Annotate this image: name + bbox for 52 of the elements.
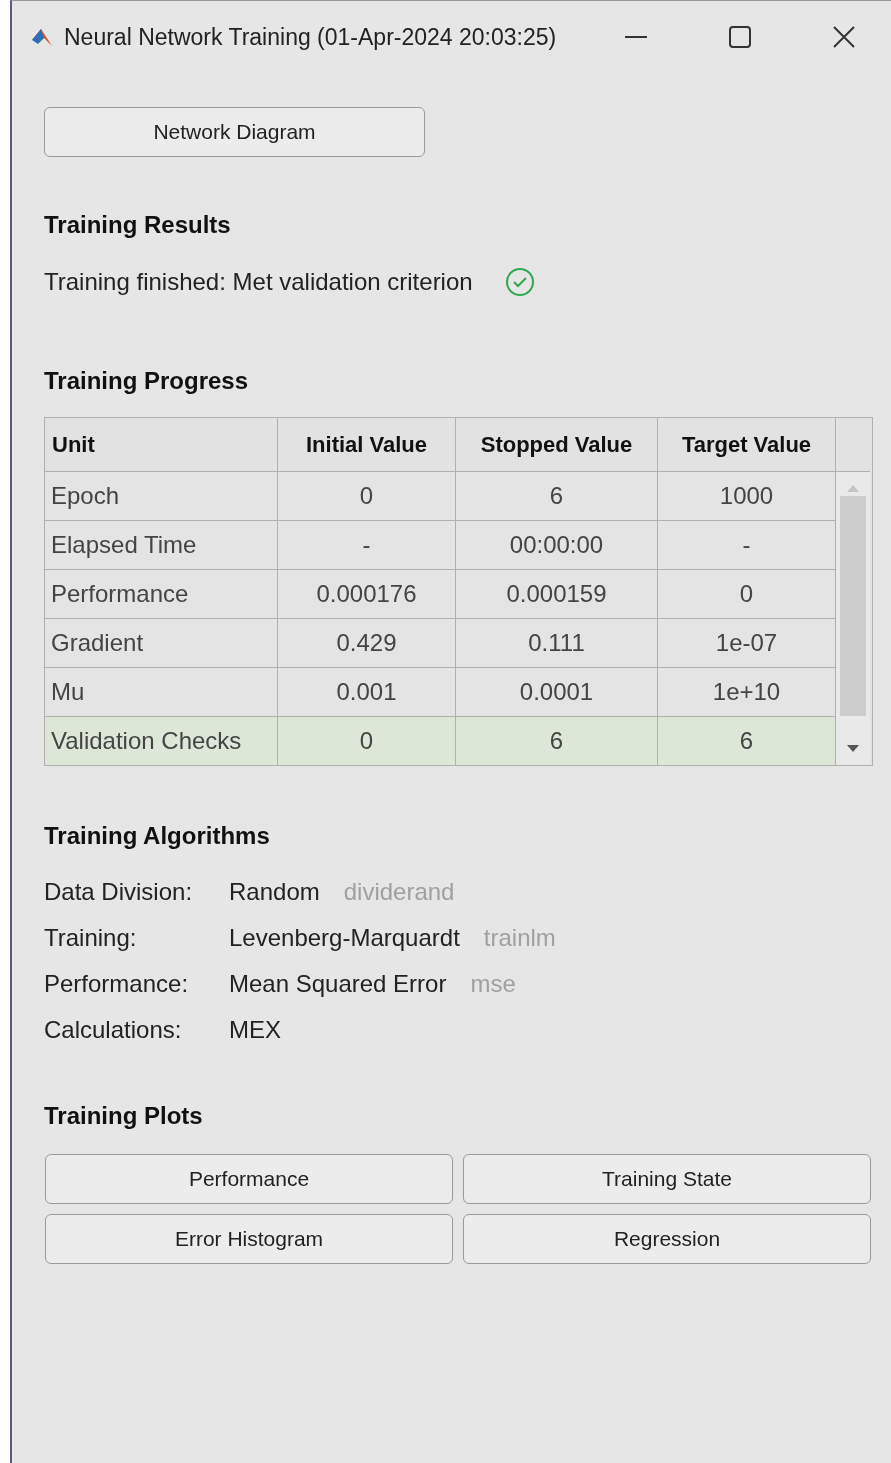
field-label: Performance: — [44, 970, 190, 998]
table-cell: 0.111 — [456, 619, 658, 668]
minimize-icon — [625, 36, 647, 38]
function-name: trainlm — [483, 924, 556, 951]
section-heading: Training Progress — [44, 367, 250, 395]
table-cell: 0 — [278, 717, 456, 765]
table-cell: 1e+10 — [658, 668, 836, 717]
table-cell: 0.429 — [278, 619, 456, 668]
table-cell: Epoch — [45, 472, 278, 521]
section-heading: Training Plots — [44, 1102, 204, 1130]
close-icon — [833, 26, 855, 48]
table-cell: 0.000176 — [278, 570, 456, 619]
plot-button[interactable]: Error Histogram — [45, 1214, 453, 1264]
table-cell: Validation Checks — [45, 717, 278, 765]
plot-button[interactable]: Training State — [463, 1154, 871, 1204]
table-cell: Mu — [45, 668, 278, 717]
field-value: MEX — [229, 1016, 281, 1043]
section-heading: Training Algorithms — [44, 822, 271, 850]
table-cell: 0 — [278, 472, 456, 521]
field-value: Random — [229, 878, 320, 905]
table-cell: 0.001 — [278, 668, 456, 717]
scroll-down-icon[interactable] — [847, 745, 859, 753]
field-label: Training: — [44, 924, 138, 952]
field-value: Levenberg-Marquardt — [229, 924, 460, 951]
table-cell: 0 — [658, 570, 836, 619]
function-name: dividerand — [343, 878, 455, 905]
plot-button[interactable]: Performance — [45, 1154, 453, 1204]
table-cell: 00:00:00 — [456, 521, 658, 570]
scroll-up-icon[interactable] — [847, 484, 859, 492]
field-value: Mean Squared Error — [229, 970, 447, 997]
maximize-icon — [729, 26, 751, 48]
scrollbar[interactable] — [836, 472, 870, 765]
table-cell: 6 — [456, 717, 658, 765]
table-cell: - — [658, 521, 836, 570]
section-heading: Training Results — [44, 211, 232, 239]
field-label: Data Division: — [44, 878, 194, 906]
table-cell: Elapsed Time — [45, 521, 278, 570]
table-cell: 6 — [456, 472, 658, 521]
network-diagram-button[interactable]: Network Diagram — [44, 107, 425, 157]
table-cell: 0.000159 — [456, 570, 658, 619]
plot-button[interactable]: Regression — [463, 1214, 871, 1264]
table-cell: 1e-07 — [658, 619, 836, 668]
window-title: Neural Network Training (01-Apr-2024 20:03:25) — [64, 23, 558, 51]
table-cell: 0.0001 — [456, 668, 658, 717]
table-cell: 6 — [658, 717, 836, 765]
function-name: mse — [470, 970, 516, 997]
table-cell: Gradient — [45, 619, 278, 668]
table-cell: 1000 — [658, 472, 836, 521]
status-message: Training finished: Met validation criterion — [44, 268, 473, 296]
table-cell: Performance — [45, 570, 278, 619]
field-label: Calculations: — [44, 1016, 183, 1044]
table-cell: - — [278, 521, 456, 570]
